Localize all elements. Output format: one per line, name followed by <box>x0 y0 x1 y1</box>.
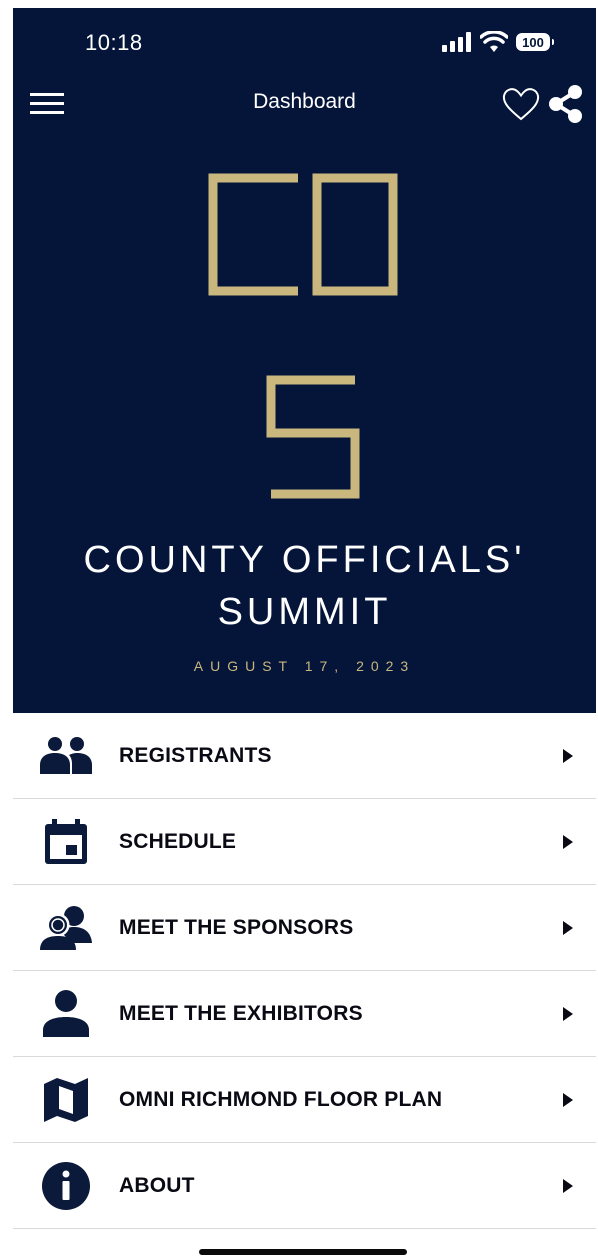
people-icon <box>37 731 95 781</box>
status-indicators: 100 <box>442 30 554 54</box>
chevron-right-icon <box>563 1092 573 1107</box>
chevron-right-icon <box>563 920 573 935</box>
cos-logo <box>208 173 398 499</box>
event-date: AUGUST 17, 2023 <box>193 658 416 674</box>
map-icon <box>37 1075 95 1125</box>
battery-level: 100 <box>522 34 544 50</box>
chevron-right-icon <box>563 748 573 763</box>
chevron-right-icon <box>563 834 573 849</box>
chevron-right-icon <box>563 1006 573 1021</box>
battery-indicator: 100 <box>516 33 554 51</box>
home-indicator[interactable] <box>199 1249 407 1255</box>
sponsors-icon <box>37 903 95 953</box>
wifi-icon <box>480 31 508 52</box>
menu-item-about[interactable]: ABOUT <box>13 1143 596 1229</box>
menu-label-floor-plan: OMNI RICHMOND FLOOR PLAN <box>119 1087 443 1111</box>
menu-item-sponsors[interactable]: MEET THE SPONSORS <box>13 885 596 971</box>
status-time: 10:18 <box>85 30 143 55</box>
person-icon <box>37 989 95 1039</box>
share-icon[interactable] <box>547 84 585 124</box>
menu-label-sponsors: MEET THE SPONSORS <box>119 915 354 939</box>
menu-label-exhibitors: MEET THE EXHIBITORS <box>119 1001 363 1025</box>
heart-icon[interactable] <box>501 86 541 122</box>
menu-item-exhibitors[interactable]: MEET THE EXHIBITORS <box>13 971 596 1057</box>
menu-item-schedule[interactable]: SCHEDULE <box>13 799 596 885</box>
menu-label-registrants: REGISTRANTS <box>119 743 272 767</box>
dashboard-banner: 10:18 100 Dashboard COUNTY OFFICIALS' SU… <box>13 8 596 713</box>
info-icon <box>37 1161 95 1211</box>
menu-label-about: ABOUT <box>119 1173 195 1197</box>
event-title-line1: COUNTY OFFICIALS' <box>83 539 526 581</box>
menu-label-schedule: SCHEDULE <box>119 829 237 853</box>
menu-item-registrants[interactable]: REGISTRANTS <box>13 713 596 799</box>
signal-icon <box>442 32 471 52</box>
chevron-right-icon <box>563 1178 573 1193</box>
event-title-line2: SUMMIT <box>217 591 392 633</box>
menu-item-floor-plan[interactable]: OMNI RICHMOND FLOOR PLAN <box>13 1057 596 1143</box>
event-title: COUNTY OFFICIALS' SUMMIT <box>13 534 596 638</box>
calendar-icon <box>37 817 95 867</box>
dashboard-menu: REGISTRANTS SCHEDULE MEET THE SPONSORS M… <box>13 713 596 1229</box>
